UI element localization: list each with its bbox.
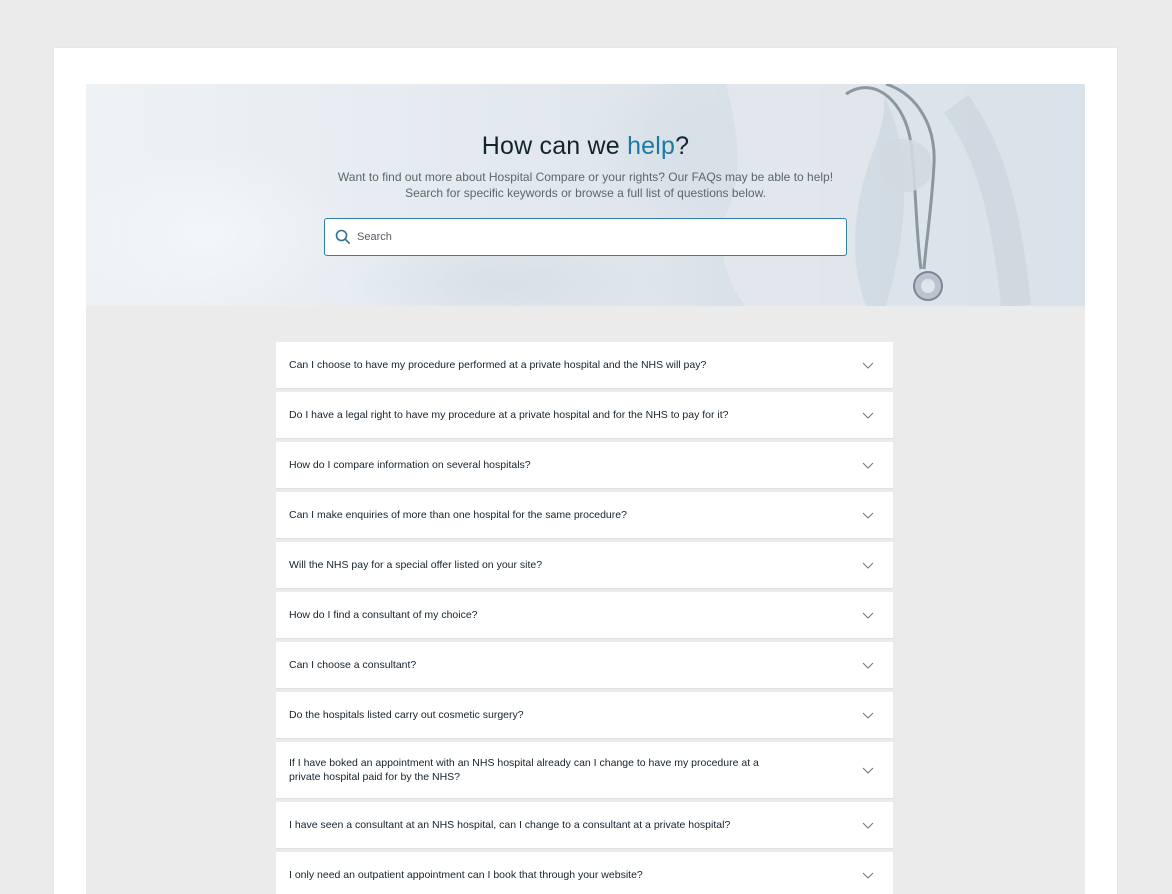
faq-item[interactable]: I have seen a consultant at an NHS hospi… [276,802,893,848]
title-suffix: ? [675,132,690,160]
chevron-down-icon[interactable] [861,708,875,722]
chevron-down-icon[interactable] [861,558,875,572]
faq-item[interactable]: Can I make enquiries of more than one ho… [276,492,893,538]
faq-question: I have seen a consultant at an NHS hospi… [289,819,731,831]
faq-question: Do I have a legal right to have my proce… [289,409,729,421]
page-title: How can we help? [86,132,1085,161]
chevron-down-icon[interactable] [861,508,875,522]
subtitle-line-1: Want to find out more about Hospital Com… [337,170,834,184]
title-prefix: How can we [481,132,628,160]
faq-item[interactable]: If I have boked an appointment with an N… [276,742,893,798]
faq-question: Can I make enquiries of more than one ho… [289,509,627,521]
search-input[interactable] [357,231,837,243]
faq-item[interactable]: Can I choose to have my procedure perfor… [276,342,893,388]
chevron-down-icon[interactable] [861,608,875,622]
faq-item[interactable]: Can I choose a consultant? [276,642,893,688]
subtitle-line-2: Search for specific keywords or browse a… [405,186,766,200]
faq-question: Do the hospitals listed carry out cosmet… [289,709,524,721]
faq-item[interactable]: I only need an outpatient appointment ca… [276,852,893,894]
faq-item[interactable]: How do I find a consultant of my choice? [276,592,893,638]
faq-list: Can I choose to have my procedure perfor… [276,342,893,894]
faq-question: How do I find a consultant of my choice? [289,609,478,621]
chevron-down-icon[interactable] [861,818,875,832]
chevron-down-icon[interactable] [861,358,875,372]
chevron-down-icon[interactable] [861,868,875,882]
chevron-down-icon[interactable] [861,763,875,777]
title-accent: help [627,132,676,160]
faq-item[interactable]: Do I have a legal right to have my proce… [276,392,893,438]
chevron-down-icon[interactable] [861,658,875,672]
search-box[interactable] [324,218,847,256]
faq-question: Will the NHS pay for a special offer lis… [289,559,543,571]
faq-question: Can I choose to have my procedure perfor… [289,359,707,371]
chevron-down-icon[interactable] [861,458,875,472]
content-card: How can we help? Want to find out more a… [54,48,1117,894]
content-area: How can we help? Want to find out more a… [86,84,1085,894]
faq-question: How do I compare information on several … [289,459,531,471]
chevron-down-icon[interactable] [861,408,875,422]
search-icon [335,229,351,245]
hero-banner: How can we help? Want to find out more a… [86,84,1085,306]
faq-question: I only need an outpatient appointment ca… [289,869,643,881]
faq-question: If I have boked an appointment with an N… [289,757,759,783]
faq-item[interactable]: Do the hospitals listed carry out cosmet… [276,692,893,738]
hero-subtitle: Want to find out more about Hospital Com… [86,169,1085,201]
faq-item[interactable]: Will the NHS pay for a special offer lis… [276,542,893,588]
faq-item[interactable]: How do I compare information on several … [276,442,893,488]
faq-question: Can I choose a consultant? [289,659,417,671]
